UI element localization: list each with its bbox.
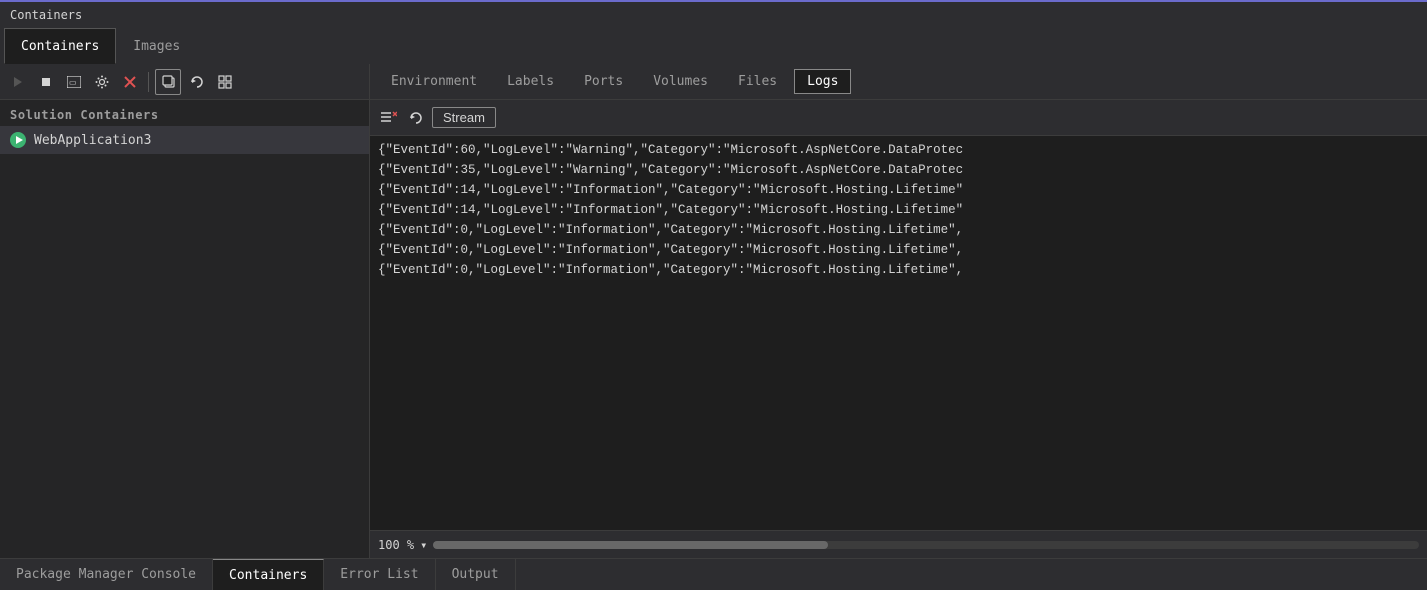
zoom-value: 100 % [378,538,414,552]
tab-images[interactable]: Images [116,28,197,64]
settings-button[interactable] [90,70,114,94]
tab-containers[interactable]: Containers [4,28,116,64]
zoom-dropdown[interactable]: ▾ [420,538,427,552]
stream-button[interactable]: Stream [432,107,496,128]
refresh-button[interactable] [185,70,209,94]
log-panel: Environment Labels Ports Volumes Files L… [370,64,1427,558]
clear-log-button[interactable] [378,108,400,128]
stop-button[interactable] [34,70,58,94]
zoom-bar: 100 % ▾ [370,530,1427,558]
refresh-log-button[interactable] [406,108,426,128]
tab-files[interactable]: Files [725,69,790,94]
tab-logs[interactable]: Logs [794,69,851,94]
running-status-icon [10,132,26,148]
bottom-tab-package-manager[interactable]: Package Manager Console [0,559,213,590]
start-button[interactable] [6,70,30,94]
copy-button[interactable] [155,69,181,95]
tab-labels[interactable]: Labels [494,69,567,94]
container-name: WebApplication3 [34,133,151,148]
top-tab-row: Containers Images [0,28,1427,64]
log-content[interactable]: {"EventId":60,"LogLevel":"Warning","Cate… [370,136,1427,530]
horizontal-scrollbar[interactable] [433,541,1419,549]
sidebar-toolbar: ▭ [0,64,369,100]
tab-volumes[interactable]: Volumes [640,69,721,94]
title-bar: Containers [0,0,1427,28]
delete-button[interactable] [118,70,142,94]
play-triangle [16,136,23,144]
solution-containers-label: Solution Containers [0,100,369,126]
main-content: ▭ [0,64,1427,558]
log-tabs: Environment Labels Ports Volumes Files L… [370,64,1427,100]
bottom-tab-output[interactable]: Output [436,559,516,590]
sidebar: ▭ [0,64,370,558]
log-toolbar: Stream [370,100,1427,136]
svg-text:▭: ▭ [69,78,77,87]
scroll-thumb [433,541,827,549]
attach-button[interactable] [213,70,237,94]
tab-environment[interactable]: Environment [378,69,490,94]
tab-ports[interactable]: Ports [571,69,636,94]
bottom-tab-error-list[interactable]: Error List [324,559,435,590]
terminal-button[interactable]: ▭ [62,70,86,94]
bottom-tab-containers[interactable]: Containers [213,559,324,590]
title-bar-label: Containers [10,8,82,22]
bottom-tabs: Package Manager Console Containers Error… [0,558,1427,590]
toolbar-sep [148,72,149,92]
container-item-webapp3[interactable]: WebApplication3 [0,126,369,154]
